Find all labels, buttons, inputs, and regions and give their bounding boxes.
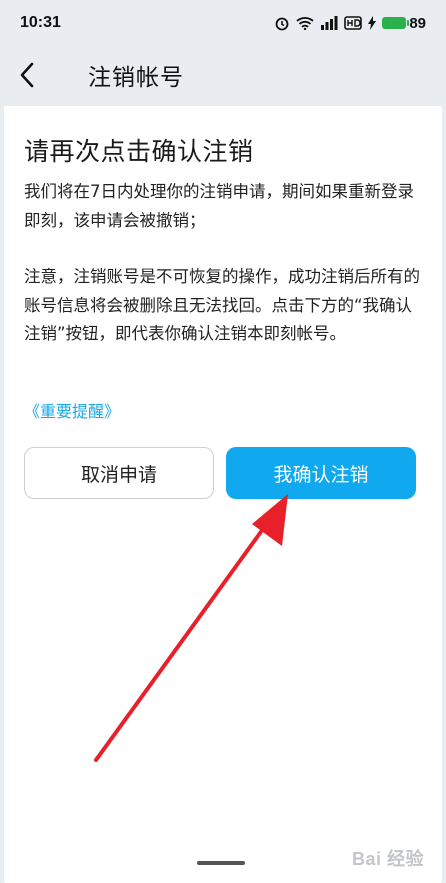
info-paragraph-1: 我们将在7日内处理你的注销申请，期间如果重新登录即刻，该申请会被撤销； [24,182,414,230]
wifi-icon [296,16,314,30]
confirm-heading: 请再次点击确认注销 [24,137,254,166]
info-paragraph-2: 注意，注销账号是不可恢复的操作，成功注销后所有的账号信息将会被删除且无法找回。点… [24,267,420,344]
status-bar: 10:31 89 [0,0,446,46]
confirm-deregister-button[interactable]: 我确认注销 [226,447,416,499]
cancel-request-button[interactable]: 取消申请 [24,447,214,499]
hd-icon [344,16,363,30]
app-header: 注销帐号 [0,46,446,104]
charging-icon [368,16,377,30]
baidu-jingyan-watermark: Bai 经验 [351,849,424,869]
battery-icon: 89 [382,15,426,32]
alarm-icon [274,15,290,31]
home-indicator [197,861,245,865]
status-icons: 89 [274,15,426,32]
back-button[interactable] [0,46,54,104]
status-time: 10:31 [20,14,61,31]
signal-icon [320,16,338,30]
page-title: 注销帐号 [88,65,184,91]
important-reminder-link[interactable]: 《重要提醒》 [24,398,120,422]
chevron-left-icon [20,62,34,88]
battery-level: 89 [409,14,426,32]
